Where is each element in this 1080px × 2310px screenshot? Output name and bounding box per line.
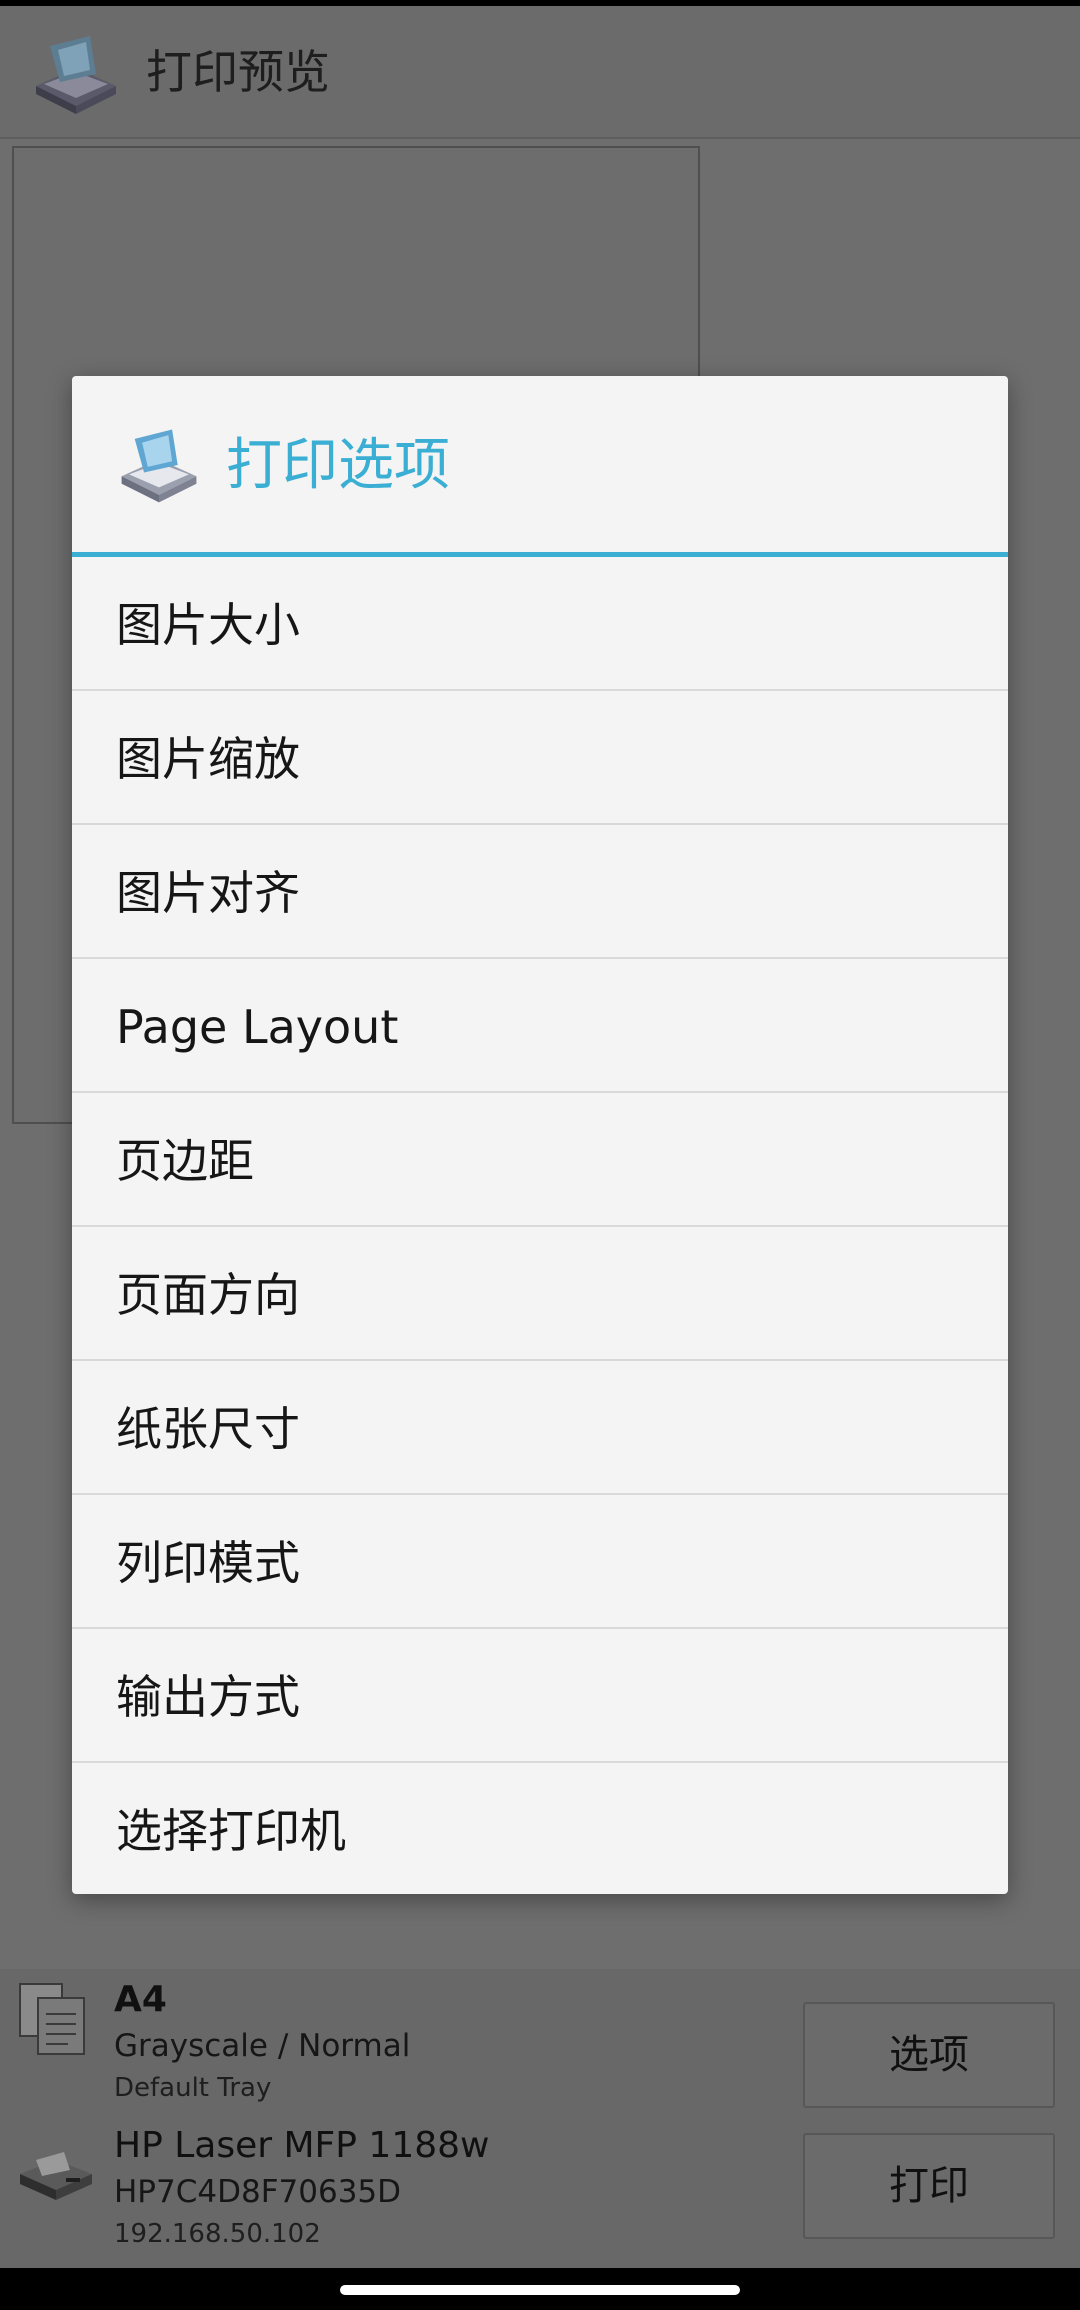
dialog-title: 打印选项 bbox=[226, 433, 450, 498]
menu-item-label: 图片缩放 bbox=[116, 732, 300, 786]
menu-item-image-size[interactable]: 图片大小 bbox=[72, 557, 1008, 691]
app-title: 打印预览 bbox=[146, 45, 330, 99]
menu-item-margins[interactable]: 页边距 bbox=[72, 1093, 1008, 1227]
printer-app-icon bbox=[30, 28, 122, 120]
printer-ip-text: 192.168.50.102 bbox=[114, 2219, 321, 2249]
menu-item-print-mode[interactable]: 列印模式 bbox=[72, 1495, 1008, 1629]
dialog-header: 打印选项 bbox=[72, 376, 1008, 552]
menu-item-label: 页面方向 bbox=[116, 1268, 300, 1322]
menu-item-orientation[interactable]: 页面方向 bbox=[72, 1227, 1008, 1361]
menu-item-select-printer[interactable]: 选择打印机 bbox=[72, 1763, 1008, 1894]
menu-item-label: 选择打印机 bbox=[116, 1804, 346, 1858]
menu-item-label: 图片大小 bbox=[116, 598, 300, 652]
menu-item-label: 纸张尺寸 bbox=[116, 1402, 300, 1456]
paper-size-text: A4 bbox=[114, 1979, 167, 2020]
options-button[interactable]: 选项 bbox=[803, 2002, 1055, 2108]
menu-item-label: 列印模式 bbox=[116, 1536, 300, 1590]
menu-item-label: 输出方式 bbox=[116, 1670, 300, 1724]
menu-item-image-scale[interactable]: 图片缩放 bbox=[72, 691, 1008, 825]
menu-item-paper-size[interactable]: 纸张尺寸 bbox=[72, 1361, 1008, 1495]
print-button[interactable]: 打印 bbox=[803, 2133, 1055, 2239]
printer-id-text: HP7C4D8F70635D bbox=[114, 2174, 402, 2210]
menu-item-image-alignment[interactable]: 图片对齐 bbox=[72, 825, 1008, 959]
home-indicator[interactable] bbox=[340, 2285, 740, 2295]
menu-item-label: 图片对齐 bbox=[116, 866, 300, 920]
app-header: 打印预览 bbox=[0, 6, 1080, 139]
navigation-bar bbox=[0, 2268, 1080, 2310]
printer-name-text: HP Laser MFP 1188w bbox=[114, 2125, 490, 2166]
printer-icon bbox=[16, 2130, 96, 2210]
menu-item-page-layout[interactable]: Page Layout bbox=[72, 959, 1008, 1093]
options-menu-list: 图片大小 图片缩放 图片对齐 Page Layout 页边距 页面方向 纸张尺寸… bbox=[72, 557, 1008, 1894]
print-options-dialog: 打印选项 图片大小 图片缩放 图片对齐 Page Layout 页边距 页面方向… bbox=[72, 376, 1008, 1894]
document-icon bbox=[16, 1978, 96, 2058]
menu-item-label: 页边距 bbox=[116, 1134, 254, 1188]
color-mode-text: Grayscale / Normal bbox=[114, 2028, 411, 2064]
menu-item-label: Page Layout bbox=[116, 1000, 399, 1054]
menu-item-output-method[interactable]: 输出方式 bbox=[72, 1629, 1008, 1763]
paper-tray-text: Default Tray bbox=[114, 2073, 272, 2103]
printer-app-icon bbox=[116, 422, 202, 508]
